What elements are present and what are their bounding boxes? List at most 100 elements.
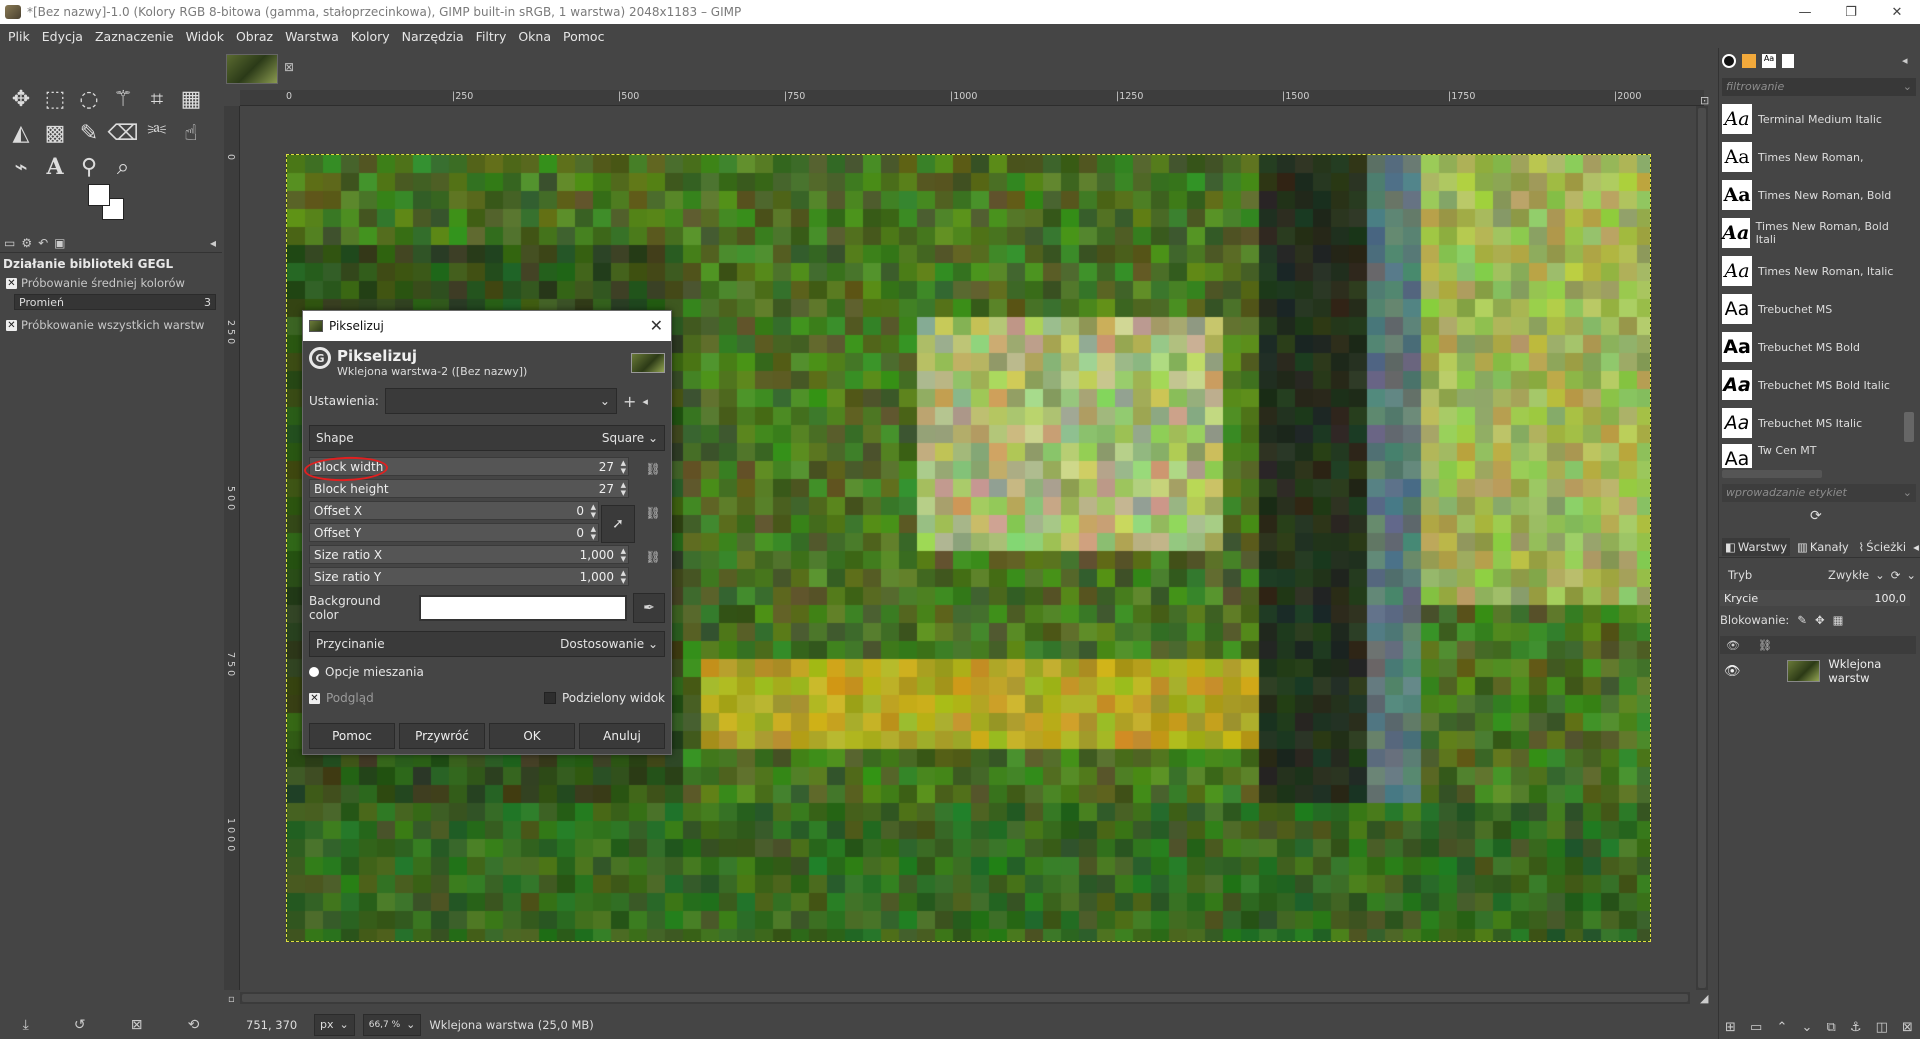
size-ratio-x-value[interactable]: 1,000 [580,548,614,562]
tag-input[interactable]: wprowadzanie etykiet ⌄ [1722,484,1916,502]
chain-link-icon[interactable]: ⛓ [645,549,661,587]
ruler-horizontal[interactable]: 0 |250 |500 |750 |1000 |1250 |1500 |1750… [240,90,1704,106]
unit-selector[interactable]: px ⌄ [314,1013,355,1036]
lower-layer-icon[interactable]: ⌄ [1801,1020,1812,1035]
paintbrush-icon[interactable]: ✎ [72,116,106,150]
tab-layers[interactable]: ◧ Warstwy [1722,537,1790,556]
patterns-tab-icon[interactable] [1742,54,1756,68]
reset-options-icon[interactable]: ⟲ [188,1017,200,1033]
dock-menu-icon[interactable]: ◂ [210,236,216,250]
offset-y-spinner[interactable]: Offset Y 0 ▲ ▼ [309,523,599,542]
reset-button[interactable]: Przywróć [399,723,485,749]
font-list-item[interactable]: Aa Times New Roman, Bold Itali [1722,214,1900,252]
horizontal-scrollbar[interactable] [240,992,1690,1004]
vertical-scrollbar[interactable] [1696,106,1708,990]
duplicate-layer-icon[interactable]: ⧉ [1826,1020,1835,1035]
close-image-tab-icon[interactable]: ⊠ [284,60,294,74]
mode-combo[interactable]: Zwykłe ⌄ ⟳ ⌄ [1828,568,1916,582]
color-picker-button[interactable]: ✒ [633,593,665,623]
fuzzy-select-icon[interactable]: ⚚ [106,82,140,116]
layer-name[interactable]: Wklejona warstw [1828,657,1920,685]
rect-select-icon[interactable]: ⬚ [38,82,72,116]
font-list-item[interactable]: Aa Times New Roman, Bold [1722,176,1900,214]
delete-options-icon[interactable]: ⊠ [131,1017,143,1033]
font-list-item[interactable]: Aa Trebuchet MS [1722,290,1900,328]
crop-icon[interactable]: ⌗ [140,82,174,116]
radius-spinner[interactable]: Promień 3 [14,294,216,310]
mode-switch-icon[interactable]: ⟳ [1891,568,1901,582]
block-height-value[interactable]: 27 [599,482,614,496]
expander-icon[interactable] [309,667,319,677]
tab-channels[interactable]: ▥ Kanały [1794,538,1852,556]
maximize-button[interactable]: ❐ [1828,0,1874,24]
images-tab-icon[interactable]: ▣ [54,236,65,250]
navigate-icon[interactable]: ⊡ [1700,94,1709,107]
visibility-eye-icon[interactable]: 👁 [1724,664,1741,679]
opacity-spinner[interactable]: Krycie 100,0 [1720,590,1910,606]
fg-bg-colors[interactable] [88,184,134,226]
layer-row[interactable]: 👁 Wklejona warstw [1720,656,1920,686]
refresh-fonts-icon[interactable]: ⟳ [1810,508,1822,524]
spin-arrows-icon[interactable]: ▲ ▼ [621,481,626,497]
settings-combo[interactable]: ⌄ [384,388,617,414]
delete-layer-icon[interactable]: ⊠ [1902,1020,1913,1035]
menu-tools[interactable]: Narzędzia [402,29,464,44]
restore-options-icon[interactable]: ↺ [74,1017,86,1033]
foreground-color-swatch[interactable] [88,184,110,206]
menu-filters[interactable]: Filtry [476,29,507,44]
brushes-tab-icon[interactable] [1722,54,1736,68]
color-picker-icon[interactable]: ⚲ [72,150,106,184]
sample-average-option[interactable]: ✕ Próbowanie średniej kolorów [6,276,185,290]
size-ratio-y-spinner[interactable]: Size ratio Y 1,000 ▲ ▼ [309,567,629,586]
close-icon[interactable]: ✕ [650,316,663,335]
menu-select[interactable]: Zaznaczenie [95,29,174,44]
paths-icon[interactable]: ⌁ [4,150,38,184]
preview-checkbox[interactable]: ✕ [309,692,320,704]
dock-menu-icon[interactable]: ◂ [1913,540,1919,554]
checkbox-icon[interactable]: ✕ [6,277,17,289]
menu-colors[interactable]: Kolory [351,29,390,44]
tool-options-tab-icon[interactable]: ▭ [4,236,15,250]
device-status-tab-icon[interactable]: ⚙ [21,236,32,250]
save-options-icon[interactable]: ⤓ [23,1017,29,1033]
opacity-value[interactable]: 100,0 [1875,592,1907,605]
dock-menu-icon[interactable]: ◂ [1902,54,1908,67]
lock-pixels-icon[interactable]: ✎ [1797,613,1807,627]
menu-view[interactable]: Widok [186,29,224,44]
font-list-item[interactable]: Aa Tw Cen MT [1722,442,1900,468]
spin-arrows-icon[interactable]: ▲ ▼ [591,525,596,541]
font-list-item[interactable]: Aa Trebuchet MS Bold [1722,328,1900,366]
chain-link-icon[interactable]: ⛓ [645,461,661,499]
help-button[interactable]: Pomoc [309,723,395,749]
zoom-icon[interactable]: ⌕ [106,150,140,184]
menu-image[interactable]: Obraz [236,29,273,44]
block-height-spinner[interactable]: Block height 27 ▲ ▼ [309,479,629,498]
shape-combo[interactable]: Shape Square ⌄ [309,425,665,451]
quick-mask-icon[interactable]: ▫ [228,994,235,1005]
font-filter-input[interactable]: filtrowanie ⌄ [1722,78,1916,96]
cancel-button[interactable]: Anuluj [579,723,665,749]
offset-y-value[interactable]: 0 [576,526,584,540]
spin-arrows-icon[interactable]: ▲ ▼ [591,503,596,519]
spin-arrows-icon[interactable]: ▲ ▼ [621,569,626,585]
raise-layer-icon[interactable]: ⌃ [1776,1020,1787,1035]
pick-coordinates-button[interactable]: ➚ [601,505,635,543]
tab-paths[interactable]: ⌇ Ścieżki [1856,538,1909,556]
clone-icon[interactable]: ⎃ [140,116,174,150]
size-ratio-y-value[interactable]: 1,000 [580,570,614,584]
font-list-item[interactable]: Aa Trebuchet MS Italic [1722,404,1900,442]
clipping-combo[interactable]: Przycinanie Dostosowanie ⌄ [309,631,665,657]
menu-file[interactable]: Plik [8,29,30,44]
bucket-fill-icon[interactable]: ◭ [4,116,38,150]
preset-menu-icon[interactable]: ◂ [642,395,648,408]
background-color-button[interactable] [419,595,627,621]
font-list-item[interactable]: Aa Times New Roman, Italic [1722,252,1900,290]
new-group-icon[interactable]: ▭ [1750,1020,1762,1035]
ruler-vertical[interactable]: 0 2 5 0 5 0 0 7 5 0 1 0 0 0 [224,106,240,990]
chain-link-icon[interactable]: ⛓ [645,505,661,543]
spin-arrows-icon[interactable]: ▲ ▼ [621,459,626,475]
font-list-item[interactable]: Aa Trebuchet MS Bold Italic [1722,366,1900,404]
image-tab-thumbnail[interactable] [226,54,278,84]
menu-edit[interactable]: Edycja [42,29,83,44]
font-list-scrollbar[interactable] [1904,412,1914,442]
